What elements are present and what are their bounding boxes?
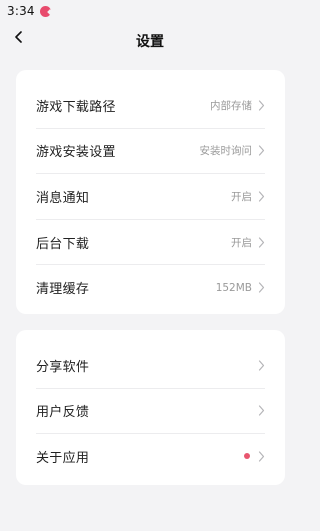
row-install-settings[interactable]: 游戏安装设置 安装时询问 bbox=[36, 129, 265, 175]
row-label: 后台下载 bbox=[36, 236, 90, 252]
about-card: 分享软件 用户反馈 关于应用 bbox=[16, 330, 285, 485]
row-label: 游戏下载路径 bbox=[36, 99, 116, 115]
header: 设置 bbox=[0, 22, 300, 58]
row-label: 消息通知 bbox=[36, 190, 90, 206]
row-label: 关于应用 bbox=[36, 450, 90, 466]
chevron-right-icon bbox=[258, 100, 265, 111]
row-about-app[interactable]: 关于应用 bbox=[36, 434, 265, 479]
row-background-download[interactable]: 后台下载 开启 bbox=[36, 220, 265, 266]
status-time: 3:34 bbox=[7, 4, 35, 18]
chevron-right-icon bbox=[258, 451, 265, 462]
status-bar: 3:34 bbox=[0, 0, 300, 22]
row-feedback[interactable]: 用户反馈 bbox=[36, 389, 265, 435]
chevron-right-icon bbox=[258, 405, 265, 416]
row-value: 开启 bbox=[231, 236, 252, 249]
row-label: 用户反馈 bbox=[36, 405, 90, 421]
row-value: 内部存储 bbox=[210, 99, 252, 112]
chevron-right-icon bbox=[258, 191, 265, 202]
page-title: 设置 bbox=[136, 34, 164, 50]
chevron-right-icon bbox=[258, 282, 265, 293]
row-clear-cache[interactable]: 清理缓存 152MB bbox=[36, 265, 265, 310]
row-share-app[interactable]: 分享软件 bbox=[36, 343, 265, 389]
settings-card: 游戏下载路径 内部存储 游戏安装设置 安装时询问 消息通知 开启 后台下载 开启 bbox=[16, 70, 285, 314]
row-label: 分享软件 bbox=[36, 359, 90, 375]
chevron-right-icon bbox=[258, 360, 265, 371]
chevron-right-icon bbox=[258, 145, 265, 156]
row-label: 游戏安装设置 bbox=[36, 145, 116, 161]
row-download-path[interactable]: 游戏下载路径 内部存储 bbox=[36, 83, 265, 129]
row-value: 安装时询问 bbox=[199, 145, 253, 158]
row-value: 开启 bbox=[231, 190, 252, 203]
row-value: 152MB bbox=[215, 281, 252, 294]
chevron-right-icon bbox=[258, 236, 265, 248]
pacman-icon bbox=[39, 5, 51, 17]
row-label: 清理缓存 bbox=[36, 282, 90, 298]
row-notifications[interactable]: 消息通知 开启 bbox=[36, 174, 265, 220]
red-dot-badge bbox=[244, 453, 250, 460]
